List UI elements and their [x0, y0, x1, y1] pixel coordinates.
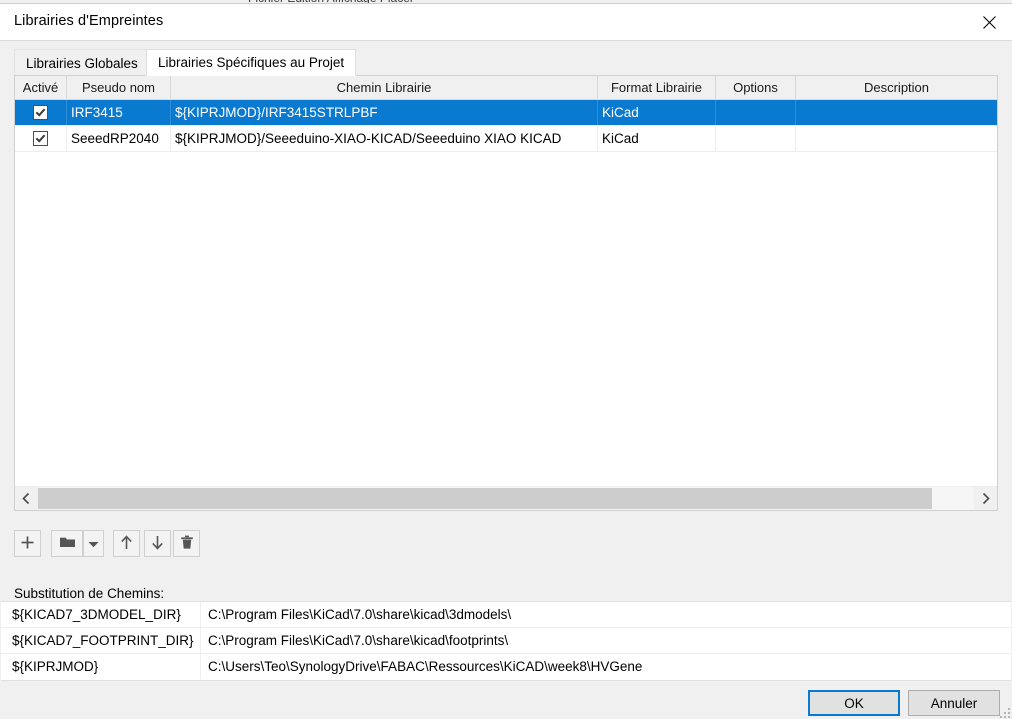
- cancel-button-label: Annuler: [930, 695, 978, 711]
- delete-library-button[interactable]: [173, 530, 200, 557]
- substitution-name-cell: ${KIPRJMOD}: [1, 654, 201, 679]
- browse-libraries-button[interactable]: [51, 530, 83, 557]
- tab-project-specific-libraries[interactable]: Librairies Spécifiques au Projet: [146, 49, 357, 76]
- substitution-value-cell: C:\Users\Teo\SynologyDrive\FABAC\Ressour…: [208, 659, 643, 674]
- row-description-cell[interactable]: [796, 126, 997, 151]
- row-library-path-cell[interactable]: ${KIPRJMOD}/Seeeduino-XIAO-KICAD/Seeedui…: [171, 126, 598, 151]
- column-header-description[interactable]: Description: [796, 76, 997, 99]
- substitution-name-cell: ${KICAD7_3DMODEL_DIR}: [1, 602, 201, 627]
- row-enabled-cell[interactable]: [15, 100, 67, 125]
- add-library-button[interactable]: [14, 530, 41, 557]
- list-item[interactable]: ${KICAD7_FOOTPRINT_DIR} C:\Program Files…: [1, 628, 1011, 654]
- row-library-format-cell[interactable]: KiCad: [598, 126, 716, 151]
- list-item[interactable]: ${KIPRJMOD} C:\Users\Teo\SynologyDrive\F…: [1, 654, 1011, 680]
- libraries-table: Activé Pseudo nom Chemin Librairie Forma…: [14, 75, 998, 511]
- trash-icon: [180, 535, 194, 553]
- dialog-body: Librairies Globales Librairies Spécifiqu…: [0, 41, 1012, 719]
- row-library-path-cell[interactable]: ${KIPRJMOD}/IRF3415STRLPBF: [171, 100, 598, 125]
- dialog-titlebar: Librairies d'Empreintes: [0, 4, 1012, 41]
- tab-global-libraries-label: Librairies Globales: [26, 55, 138, 71]
- horizontal-scrollbar[interactable]: [15, 486, 997, 510]
- list-item[interactable]: ${KICAD7_3DMODEL_DIR} C:\Program Files\K…: [1, 602, 1011, 628]
- column-header-library-format[interactable]: Format Librairie: [598, 76, 716, 99]
- libraries-table-empty-area[interactable]: [15, 152, 997, 488]
- tab-global-libraries[interactable]: Librairies Globales: [14, 49, 150, 76]
- path-substitution-table: ${KICAD7_3DMODEL_DIR} C:\Program Files\K…: [1, 601, 1011, 681]
- chevron-right-icon[interactable]: [974, 487, 997, 510]
- folder-icon: [59, 535, 76, 552]
- chevron-down-icon: [88, 536, 99, 551]
- table-row[interactable]: IRF3415 ${KIPRJMOD}/IRF3415STRLPBF KiCad: [15, 100, 997, 126]
- resize-grip[interactable]: [996, 704, 1010, 718]
- row-nickname-cell[interactable]: SeeedRP2040: [67, 126, 171, 151]
- row-enabled-cell[interactable]: [15, 126, 67, 151]
- column-header-nickname[interactable]: Pseudo nom: [67, 76, 171, 99]
- arrow-up-icon: [120, 534, 133, 553]
- libraries-table-header: Activé Pseudo nom Chemin Librairie Forma…: [15, 76, 997, 100]
- dialog-footer: OK Annuler: [0, 681, 1012, 719]
- arrow-down-icon: [151, 535, 164, 553]
- row-options-cell[interactable]: [716, 100, 796, 125]
- plus-icon: [20, 535, 35, 553]
- ok-button[interactable]: OK: [808, 690, 900, 716]
- row-description-cell[interactable]: [796, 100, 997, 125]
- table-row[interactable]: SeeedRP2040 ${KIPRJMOD}/Seeeduino-XIAO-K…: [15, 126, 997, 152]
- tab-project-specific-libraries-label: Librairies Spécifiques au Projet: [158, 55, 345, 70]
- scrollbar-thumb[interactable]: [38, 488, 932, 509]
- enabled-checkbox[interactable]: [33, 130, 48, 146]
- enabled-checkbox[interactable]: [33, 104, 48, 120]
- ok-button-label: OK: [844, 695, 864, 711]
- row-options-cell[interactable]: [716, 126, 796, 151]
- tabstrip: Librairies Globales Librairies Spécifiqu…: [14, 49, 998, 76]
- footprint-libraries-dialog: Librairies d'Empreintes Librairies Globa…: [0, 3, 1012, 719]
- column-header-enabled[interactable]: Activé: [15, 76, 67, 99]
- row-library-format-cell[interactable]: KiCad: [598, 100, 716, 125]
- scrollbar-track[interactable]: [38, 487, 974, 510]
- close-icon[interactable]: [966, 4, 1012, 40]
- browse-libraries-dropdown[interactable]: [83, 530, 104, 557]
- dialog-title: Librairies d'Empreintes: [14, 13, 164, 29]
- move-down-button[interactable]: [144, 530, 171, 557]
- substitution-value-cell: C:\Program Files\KiCad\7.0\share\kicad\f…: [208, 633, 509, 648]
- move-up-button[interactable]: [113, 530, 140, 557]
- chevron-left-icon[interactable]: [15, 487, 38, 510]
- cancel-button[interactable]: Annuler: [908, 690, 1000, 716]
- substitution-name-cell: ${KICAD7_FOOTPRINT_DIR}: [1, 628, 201, 653]
- column-header-options[interactable]: Options: [716, 76, 796, 99]
- substitution-value-cell: C:\Program Files\KiCad\7.0\share\kicad\3…: [208, 607, 512, 622]
- row-nickname-cell[interactable]: IRF3415: [67, 100, 171, 125]
- path-substitution-label: Substitution de Chemins:: [14, 586, 165, 601]
- column-header-library-path[interactable]: Chemin Librairie: [171, 76, 598, 99]
